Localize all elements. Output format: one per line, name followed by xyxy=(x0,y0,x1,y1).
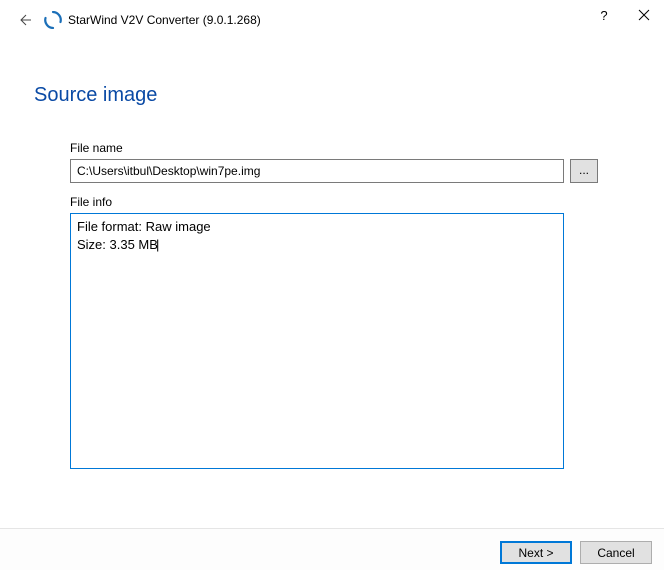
app-icon xyxy=(44,11,62,29)
file-name-row: ... xyxy=(70,159,630,183)
footer: Next > Cancel xyxy=(0,528,664,570)
form-area: File name ... File info File format: Raw… xyxy=(34,141,630,469)
title-bar: StarWind V2V Converter (9.0.1.268) ? xyxy=(0,0,664,40)
system-buttons: ? xyxy=(590,4,658,26)
browse-button[interactable]: ... xyxy=(570,159,598,183)
file-size-line: Size: 3.35 MB xyxy=(77,236,557,254)
help-icon: ? xyxy=(600,8,607,23)
window-title: StarWind V2V Converter (9.0.1.268) xyxy=(68,13,261,27)
close-button[interactable] xyxy=(630,4,658,26)
cancel-button[interactable]: Cancel xyxy=(580,541,652,564)
file-info-label: File info xyxy=(70,195,630,209)
back-button[interactable] xyxy=(12,8,36,32)
help-button[interactable]: ? xyxy=(590,4,618,26)
file-format-line: File format: Raw image xyxy=(77,218,557,236)
file-info-box[interactable]: File format: Raw image Size: 3.35 MB xyxy=(70,213,564,469)
next-button[interactable]: Next > xyxy=(500,541,572,564)
file-name-label: File name xyxy=(70,141,630,155)
file-name-input[interactable] xyxy=(70,159,564,183)
arrow-left-icon xyxy=(16,12,32,28)
page-heading: Source image xyxy=(34,84,630,107)
starwind-icon xyxy=(44,11,62,29)
content-area: Source image File name ... File info Fil… xyxy=(0,40,664,469)
close-icon xyxy=(638,9,650,21)
